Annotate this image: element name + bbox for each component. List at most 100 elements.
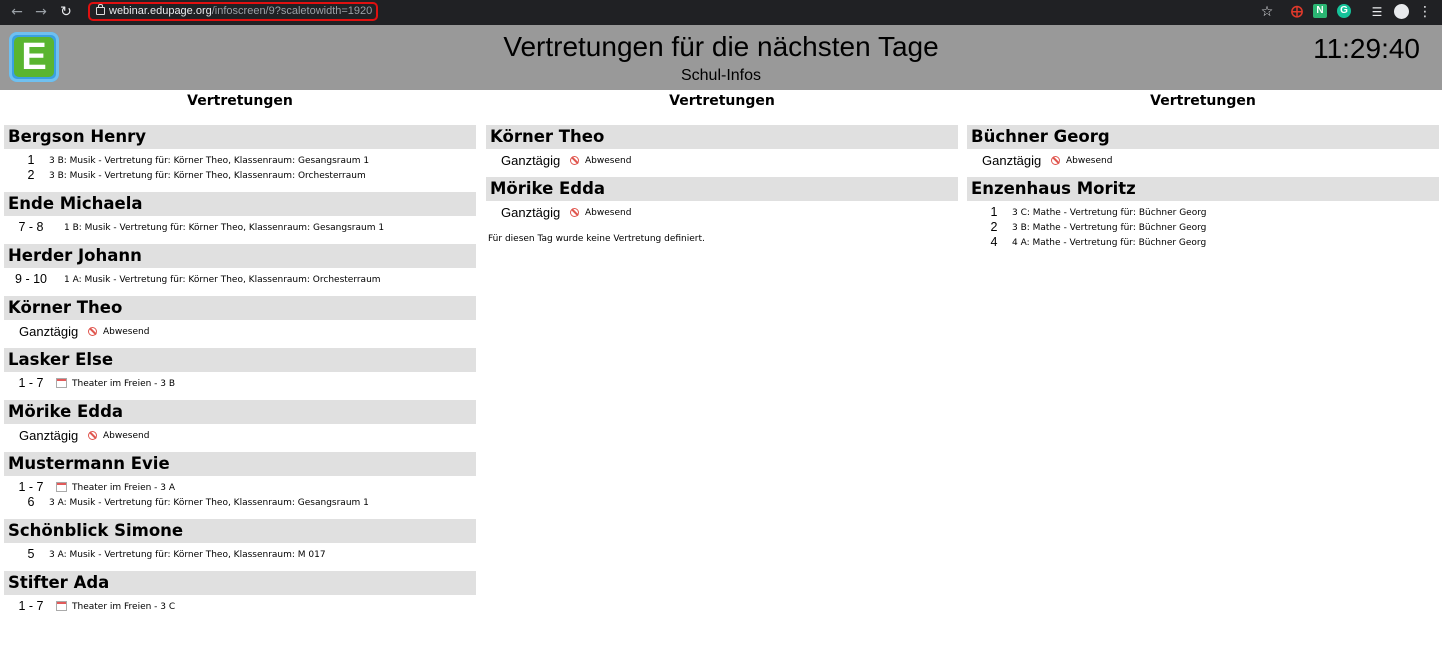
- substitution-entry: 7 - 8 1 B: Musik - Vertretung für: Körner…: [4, 220, 476, 235]
- period-number: 9 - 10: [15, 272, 47, 286]
- calendar-icon: [56, 378, 67, 388]
- n-extension-icon[interactable]: N: [1313, 4, 1327, 18]
- absent-icon: [570, 208, 579, 217]
- absent-icon: [88, 431, 97, 440]
- substitution-entry: Ganztägig Abwesend: [4, 428, 476, 443]
- page-title: Vertretungen für die nächsten Tage: [503, 31, 939, 62]
- event-text: Theater im Freien - 3 A: [72, 483, 176, 493]
- period-number: 6: [27, 495, 35, 509]
- browser-toolbar: ← → ↻ webinar.edupage.org/infoscreen/9?s…: [0, 0, 1442, 25]
- teacher-block: Bergson Henry 1 3 B: Musik - Vertretung fü…: [4, 125, 476, 183]
- day-column: Vertretungen Bergson Henry 1 3 B: Musik - V…: [4, 90, 476, 614]
- period-number: 2: [27, 168, 35, 182]
- teacher-block: Büchner Georg Ganztägig Abwesend: [967, 125, 1439, 168]
- teacher-name: Körner Theo: [486, 125, 958, 149]
- teacher-name: Mörike Edda: [486, 177, 958, 201]
- grammarly-extension-icon[interactable]: G: [1337, 4, 1351, 18]
- period-number: 1 - 7: [18, 480, 44, 494]
- back-icon[interactable]: ←: [8, 3, 26, 21]
- lock-icon: [96, 4, 105, 15]
- reload-icon[interactable]: ↻: [57, 3, 75, 21]
- period-number: 1: [27, 153, 35, 167]
- teacher-block: Mustermann Evie 1 - 7 Theater im Freien - …: [4, 452, 476, 510]
- substitution-text: 4 A: Mathe - Vertretung für: Büchner Geo…: [1012, 238, 1207, 248]
- allday-label: Ganztägig: [982, 153, 1042, 168]
- calendar-icon: [56, 601, 67, 611]
- no-substitution-note: Für diesen Tag wurde keine Vertretung de…: [488, 234, 705, 244]
- absence-status: Abwesend: [585, 156, 632, 166]
- substitution-entry: 6 3 A: Musik - Vertretung für: Körner The…: [4, 495, 476, 510]
- page-subtitle: Schul-Infos: [680, 67, 762, 84]
- teacher-block: Stifter Ada 1 - 7 Theater im Freien - 3 C: [4, 571, 476, 614]
- substitution-entry: Ganztägig Abwesend: [486, 205, 958, 220]
- teacher-name: Herder Johann: [4, 244, 476, 268]
- event-text: Theater im Freien - 3 C: [72, 602, 176, 612]
- absent-icon: [570, 156, 579, 165]
- teacher-block: Herder Johann 9 - 10 1 A: Musik - Vertretu…: [4, 244, 476, 287]
- teacher-name: Lasker Else: [4, 348, 476, 372]
- substitution-entry: 1 - 7 Theater im Freien - 3 A: [4, 480, 476, 495]
- day-column: Vertretungen Körner Theo Ganztägig Abwesend…: [486, 90, 958, 247]
- forward-icon[interactable]: →: [32, 3, 50, 21]
- teacher-name: Enzenhaus Moritz: [967, 177, 1439, 201]
- allday-label: Ganztägig: [501, 153, 561, 168]
- column-heading: Vertretungen: [187, 93, 293, 109]
- teacher-name: Bergson Henry: [4, 125, 476, 149]
- media-control-icon[interactable]: ☰: [1368, 3, 1386, 21]
- event-text: Theater im Freien - 3 B: [72, 379, 176, 389]
- teacher-block: Körner Theo Ganztägig Abwesend: [4, 296, 476, 339]
- teacher-name: Körner Theo: [4, 296, 476, 320]
- substitution-text: 3 B: Mathe - Vertretung für: Büchner Geo…: [1012, 223, 1207, 233]
- period-number: 1 - 7: [18, 376, 44, 390]
- substitution-entry: 1 3 B: Musik - Vertretung für: Körner The…: [4, 153, 476, 168]
- absence-status: Abwesend: [103, 327, 150, 337]
- column-heading: Vertretungen: [669, 93, 775, 109]
- infoscreen-header: E Vertretungen für die nächsten Tage Sch…: [0, 25, 1442, 90]
- teacher-block: Ende Michaela 7 - 8 1 B: Musik - Vertretun…: [4, 192, 476, 235]
- substitution-text: 1 A: Musik - Vertretung für: Körner Theo…: [64, 275, 381, 285]
- absent-icon: [1051, 156, 1060, 165]
- menu-kebab-icon[interactable]: ⋮: [1416, 3, 1434, 21]
- substitution-entry: 4 4 A: Mathe - Vertretung für: Büchner Ge…: [967, 235, 1439, 250]
- teacher-name: Mustermann Evie: [4, 452, 476, 476]
- profile-avatar[interactable]: [1394, 4, 1409, 19]
- teacher-name: Büchner Georg: [967, 125, 1439, 149]
- allday-label: Ganztägig: [501, 205, 561, 220]
- bookmark-star-icon[interactable]: ☆: [1258, 3, 1276, 21]
- substitution-entry: 2 3 B: Mathe - Vertretung für: Büchner Ge…: [967, 220, 1439, 235]
- absence-status: Abwesend: [103, 431, 150, 441]
- teacher-name: Mörike Edda: [4, 400, 476, 424]
- allday-label: Ganztägig: [19, 428, 79, 443]
- substitution-entry: 5 3 A: Musik - Vertretung für: Körner The…: [4, 547, 476, 562]
- period-number: 2: [990, 220, 998, 234]
- teacher-block: Mörike Edda Ganztägig Abwesend: [486, 177, 958, 220]
- period-number: 1 - 7: [18, 599, 44, 613]
- teacher-name: Stifter Ada: [4, 571, 476, 595]
- teacher-block: Enzenhaus Moritz 1 3 C: Mathe - Vertretung…: [967, 177, 1439, 250]
- substitution-text: 3 A: Musik - Vertretung für: Körner Theo…: [49, 498, 369, 508]
- absent-icon: [88, 327, 97, 336]
- substitution-text: 1 B: Musik - Vertretung für: Körner Theo…: [64, 223, 385, 233]
- substitution-entry: Ganztägig Abwesend: [486, 153, 958, 168]
- teacher-name: Schönblick Simone: [4, 519, 476, 543]
- url-text: webinar.edupage.org/infoscreen/9?scaleto…: [109, 5, 373, 17]
- calendar-icon: [56, 482, 67, 492]
- substitution-text: 3 B: Musik - Vertretung für: Körner Theo…: [49, 156, 370, 166]
- substitution-entry: 9 - 10 1 A: Musik - Vertretung für: Körne…: [4, 272, 476, 287]
- day-column: Vertretungen Büchner Georg Ganztägig Abwese…: [967, 90, 1439, 250]
- pdf-extension-icon[interactable]: ⨁: [1290, 4, 1304, 18]
- absence-status: Abwesend: [1066, 156, 1113, 166]
- teacher-block: Schönblick Simone 5 3 A: Musik - Vertretun…: [4, 519, 476, 562]
- substitution-entry: Ganztägig Abwesend: [967, 153, 1439, 168]
- substitution-entry: 1 - 7 Theater im Freien - 3 B: [4, 376, 476, 391]
- substitution-entry: 1 3 C: Mathe - Vertretung für: Büchner Ge…: [967, 205, 1439, 220]
- period-number: 4: [990, 235, 998, 249]
- period-number: 7 - 8: [18, 220, 44, 234]
- clock: 11:29:40: [1313, 33, 1420, 64]
- column-heading: Vertretungen: [1150, 93, 1256, 109]
- teacher-block: Lasker Else 1 - 7 Theater im Freien - 3 B: [4, 348, 476, 391]
- substitution-entry: 2 3 B: Musik - Vertretung für: Körner The…: [4, 168, 476, 183]
- address-bar[interactable]: webinar.edupage.org/infoscreen/9?scaleto…: [88, 2, 378, 21]
- teacher-block: Körner Theo Ganztägig Abwesend: [486, 125, 958, 168]
- absence-status: Abwesend: [585, 208, 632, 218]
